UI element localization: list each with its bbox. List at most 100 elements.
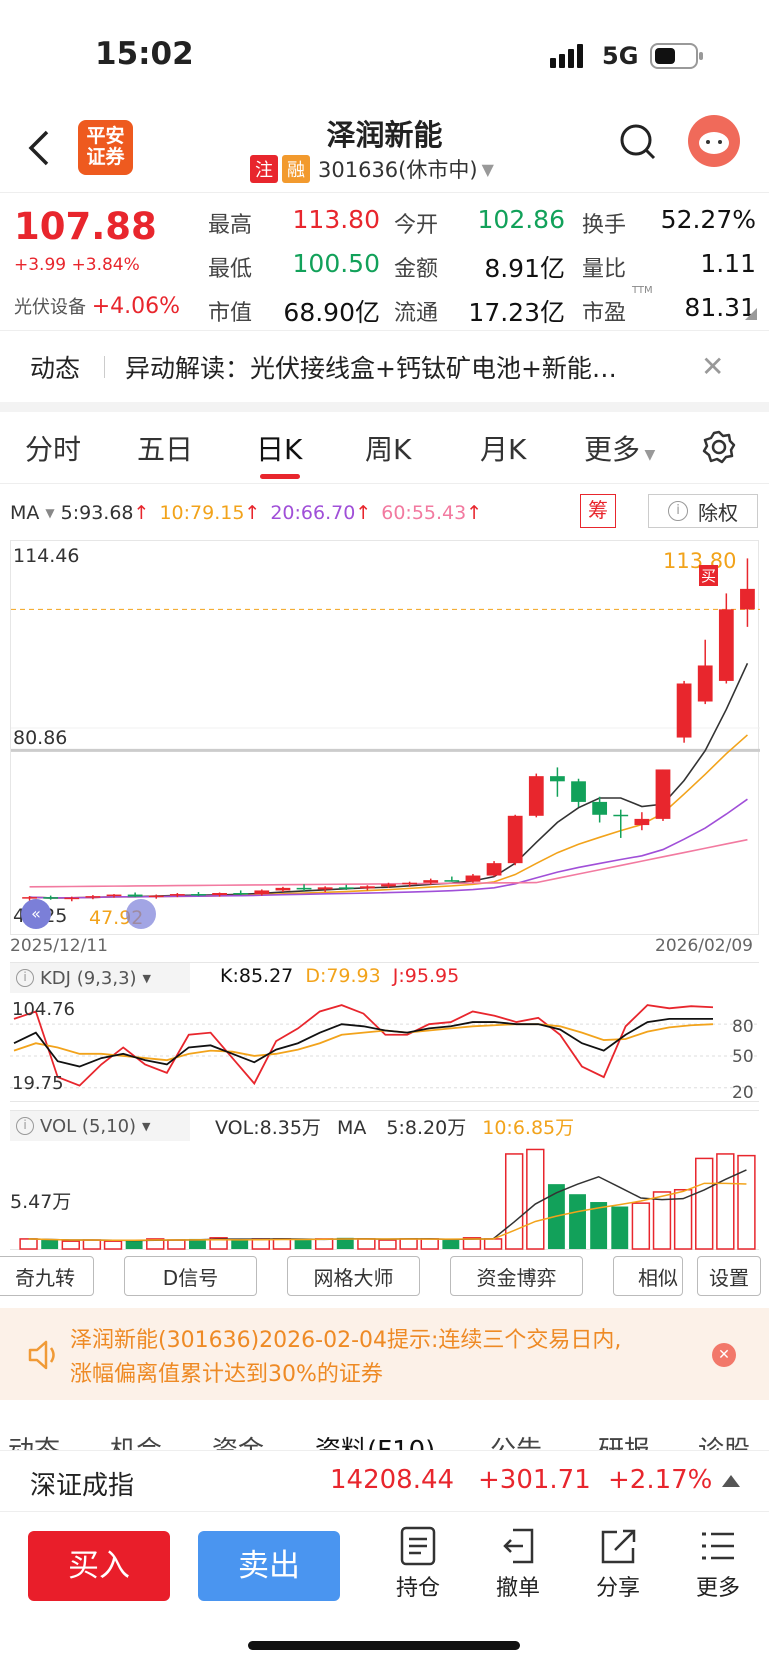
sector-name: 光伏设备 — [14, 297, 86, 318]
more-button[interactable]: 更多 — [690, 1526, 746, 1602]
price-change: +3.99 +3.84% — [14, 255, 140, 275]
volume-bar — [103, 1240, 123, 1250]
kdj-label: KDJ (9,3,3) — [40, 967, 137, 989]
tab-more-label: 更多 — [584, 433, 641, 466]
bottom-tab[interactable]: 诊股 — [698, 1430, 750, 1450]
candle-body — [402, 882, 418, 885]
tab-wuri[interactable]: 五日 — [137, 428, 193, 468]
kdj-selector[interactable]: i KDJ (9,3,3) ▼ — [10, 963, 190, 993]
kdj-values: K:85.27 D:79.93 J:95.95 — [220, 965, 459, 987]
network-label: 5G — [602, 42, 639, 70]
cancel-label: 撤单 — [495, 1576, 540, 1601]
up-arrow-icon: ↑ — [355, 502, 372, 524]
sector-info[interactable]: 光伏设备 +4.06% — [14, 293, 180, 319]
tab-yuek[interactable]: 月K — [480, 428, 526, 468]
vol-selector[interactable]: i VOL (5,10) ▼ — [10, 1111, 190, 1141]
bottom-tab[interactable]: 资料(F10) — [315, 1430, 435, 1450]
undo-icon — [503, 1528, 534, 1564]
news-divider — [104, 355, 106, 378]
document-icon — [400, 1526, 436, 1566]
index-bar[interactable]: 深证成指 14208.44 +301.71 +2.17% — [0, 1450, 769, 1512]
tab-rik[interactable]: 日K — [256, 428, 302, 468]
volume-bar — [399, 1238, 418, 1250]
bottom-tab[interactable]: 研报 — [598, 1430, 650, 1450]
vol-value: VOL:8.35万 — [215, 1117, 321, 1139]
tool-d-signal[interactable]: D信号 — [124, 1256, 257, 1296]
quote-label: 市盈 — [582, 301, 627, 326]
status-bar: 15:02 5G — [0, 0, 769, 100]
index-name: 深证成指 — [30, 1471, 135, 1501]
candle-body — [592, 801, 608, 815]
volume-bar — [231, 1240, 249, 1249]
expand-corner-icon[interactable] — [745, 308, 757, 320]
scroll-right-handle[interactable] — [126, 899, 156, 929]
alert-banner[interactable]: 泽润新能(301636)2026-02-04提示:连续三个交易日内, 涨幅偏离值… — [0, 1308, 769, 1400]
bottom-tab[interactable]: 资金 — [212, 1430, 264, 1450]
status-time: 15:02 — [95, 36, 194, 72]
tool-grid-master[interactable]: 网格大师 — [287, 1256, 420, 1296]
quote-value: 1.11 — [700, 249, 756, 278]
candle-body — [697, 665, 713, 702]
expand-up-icon[interactable] — [722, 1475, 740, 1487]
ma60-value: 60:55.43 — [381, 502, 467, 524]
up-arrow-icon: ↑ — [466, 502, 483, 524]
kdj-k-line — [13, 1017, 713, 1068]
quote-value: 100.50 — [292, 249, 380, 278]
change-value: +3.99 — [14, 255, 67, 275]
sell-button[interactable]: 卖出 — [198, 1531, 340, 1601]
buy-button[interactable]: 买入 — [28, 1531, 170, 1601]
ma60-line — [29, 838, 748, 888]
news-bar[interactable]: 动态 异动解读：光伏接线盒+钙钛矿电池+新能… ✕ — [0, 330, 769, 402]
alert-close-icon[interactable]: ✕ — [712, 1343, 736, 1367]
bottom-tab[interactable]: 公告 — [490, 1430, 542, 1450]
tab-more[interactable]: 更多 ▼ — [584, 428, 655, 468]
quote-label: 量比 — [582, 257, 627, 282]
quote-value: 68.90亿 — [283, 298, 380, 327]
kdj-y-top: 104.76 — [12, 999, 75, 1020]
candle-body — [465, 875, 481, 882]
candle-body — [740, 588, 755, 610]
ma-dropdown-icon[interactable]: ▼ — [45, 506, 54, 520]
cancel-order-button[interactable]: 撤单 — [490, 1526, 546, 1602]
candle-body — [571, 781, 586, 802]
tab-zhouk[interactable]: 周K — [365, 428, 411, 468]
avatar[interactable] — [688, 115, 740, 167]
hold-label: 持仓 — [395, 1576, 440, 1601]
tool-similar-label: 相似 — [638, 1265, 678, 1290]
tab-fenshi[interactable]: 分时 — [25, 428, 81, 468]
kline-chart[interactable]: 114.46 80.86 47.25 47.92 113.80 买 « — [10, 540, 760, 935]
tool-similar[interactable]: 相似 — [613, 1256, 683, 1296]
y-axis-mid: 80.86 — [13, 727, 68, 749]
ma5-line — [29, 663, 749, 899]
bottom-tab[interactable]: 动态 — [8, 1430, 60, 1450]
bottom-tab[interactable]: 机会 — [110, 1430, 162, 1450]
tool-qijiuzhuan[interactable]: 奇九转 — [0, 1256, 94, 1296]
news-text: 异动解读：光伏接线盒+钙钛矿电池+新能… — [125, 353, 617, 383]
bottom-info-tabs: 动态 机会 资金 资料(F10) 公告 研报 诊股 — [0, 1412, 769, 1450]
search-icon[interactable] — [618, 122, 658, 170]
tool-fund-game[interactable]: 资金博弈 — [450, 1256, 583, 1296]
gear-icon[interactable] — [702, 430, 736, 468]
volume-bar — [442, 1240, 460, 1249]
candle-body — [634, 818, 650, 826]
volume-bar — [737, 1154, 756, 1250]
tool-settings[interactable]: 设置 — [697, 1256, 761, 1296]
candle-body — [296, 887, 312, 890]
hold-button[interactable]: 持仓 — [390, 1526, 446, 1602]
tag-rong: 融 — [282, 155, 310, 183]
current-price: 107.88 — [14, 205, 157, 248]
share-button[interactable]: 分享 — [590, 1526, 646, 1602]
candle-body — [233, 893, 249, 895]
chevron-down-icon: ▼ — [640, 447, 656, 463]
candle-body — [275, 887, 291, 891]
rights-button[interactable]: i 除权 — [648, 494, 758, 528]
share-label: 分享 — [595, 1576, 640, 1601]
stock-subtitle[interactable]: 注 融 301636(休市中) ▼ — [250, 154, 494, 184]
menu-icon — [702, 1532, 734, 1560]
quote-label: 最低 — [208, 257, 253, 282]
close-icon[interactable]: ✕ — [701, 350, 724, 383]
ma-label[interactable]: MA — [10, 502, 39, 524]
more-label: 更多 — [695, 1576, 740, 1601]
chips-button[interactable]: 筹 — [580, 494, 616, 528]
scroll-left-handle[interactable]: « — [21, 899, 51, 929]
